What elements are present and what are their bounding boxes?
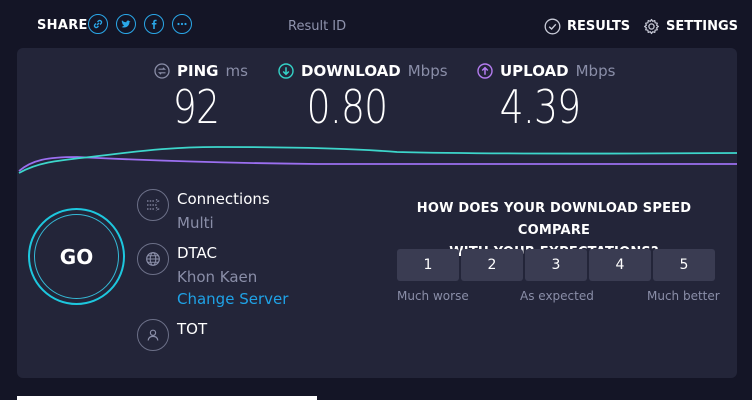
download-unit: Mbps (407, 62, 448, 80)
rating-scale: 1 2 3 4 5 (397, 249, 715, 281)
ping-value: 92 (172, 80, 220, 134)
rating-option-2[interactable]: 2 (461, 249, 523, 281)
upload-label: UPLOAD (500, 62, 569, 80)
rating-label-high: Much better (647, 289, 720, 303)
settings-label: SETTINGS (666, 19, 739, 34)
link-icon[interactable] (88, 14, 108, 34)
download-value: 0.80 (306, 80, 389, 134)
results-link[interactable]: RESULTS (544, 18, 630, 35)
results-label: RESULTS (567, 19, 631, 34)
ping-unit: ms (225, 62, 248, 80)
globe-icon (137, 243, 169, 275)
gear-icon (644, 18, 659, 35)
connections-icon (137, 189, 169, 221)
ping-icon (154, 63, 170, 79)
go-button[interactable]: GO (28, 208, 125, 305)
facebook-icon[interactable] (144, 14, 164, 34)
change-server-link[interactable]: Change Server (177, 290, 288, 308)
question-line-1: HOW DOES YOUR DOWNLOAD SPEED COMPARE (416, 201, 692, 238)
download-metric: DOWNLOAD Mbps 0.80 (278, 62, 448, 134)
go-label: GO (34, 214, 119, 299)
rating-option-5[interactable]: 5 (653, 249, 715, 281)
top-bar: SHARE Result ID RESULTS SETTINGS (0, 0, 752, 48)
upload-graph-line (18, 156, 737, 172)
ping-metric: PING ms 92 (154, 62, 254, 134)
download-icon (278, 63, 294, 79)
results-panel: PING ms 92 DOWNLOAD Mbps 0.80 UPLOAD Mbp… (17, 48, 737, 378)
rating-option-1[interactable]: 1 (397, 249, 459, 281)
user-icon (137, 319, 169, 351)
more-options-icon[interactable] (172, 14, 192, 34)
speed-graph (18, 146, 737, 174)
rating-option-4[interactable]: 4 (589, 249, 651, 281)
twitter-icon[interactable] (116, 14, 136, 34)
settings-link[interactable]: SETTINGS (643, 18, 738, 35)
upload-icon (477, 63, 493, 79)
rating-option-3[interactable]: 3 (525, 249, 587, 281)
isp-name: TOT (177, 320, 208, 338)
bottom-ad-strip (17, 396, 317, 400)
result-id-label: Result ID (288, 19, 347, 34)
rating-label-low: Much worse (397, 289, 469, 303)
connections-title: Connections (177, 190, 270, 208)
upload-unit: Mbps (575, 62, 616, 80)
rating-label-mid: As expected (520, 289, 594, 303)
share-label: SHARE (37, 18, 88, 33)
server-location: Khon Kaen (177, 268, 258, 286)
upload-value: 4.39 (499, 80, 582, 134)
download-label: DOWNLOAD (301, 62, 401, 80)
server-name: DTAC (177, 244, 218, 262)
connections-value: Multi (177, 214, 214, 232)
upload-metric: UPLOAD Mbps 4.39 (477, 62, 627, 134)
ping-label: PING (177, 62, 219, 80)
check-circle-icon (544, 18, 561, 35)
